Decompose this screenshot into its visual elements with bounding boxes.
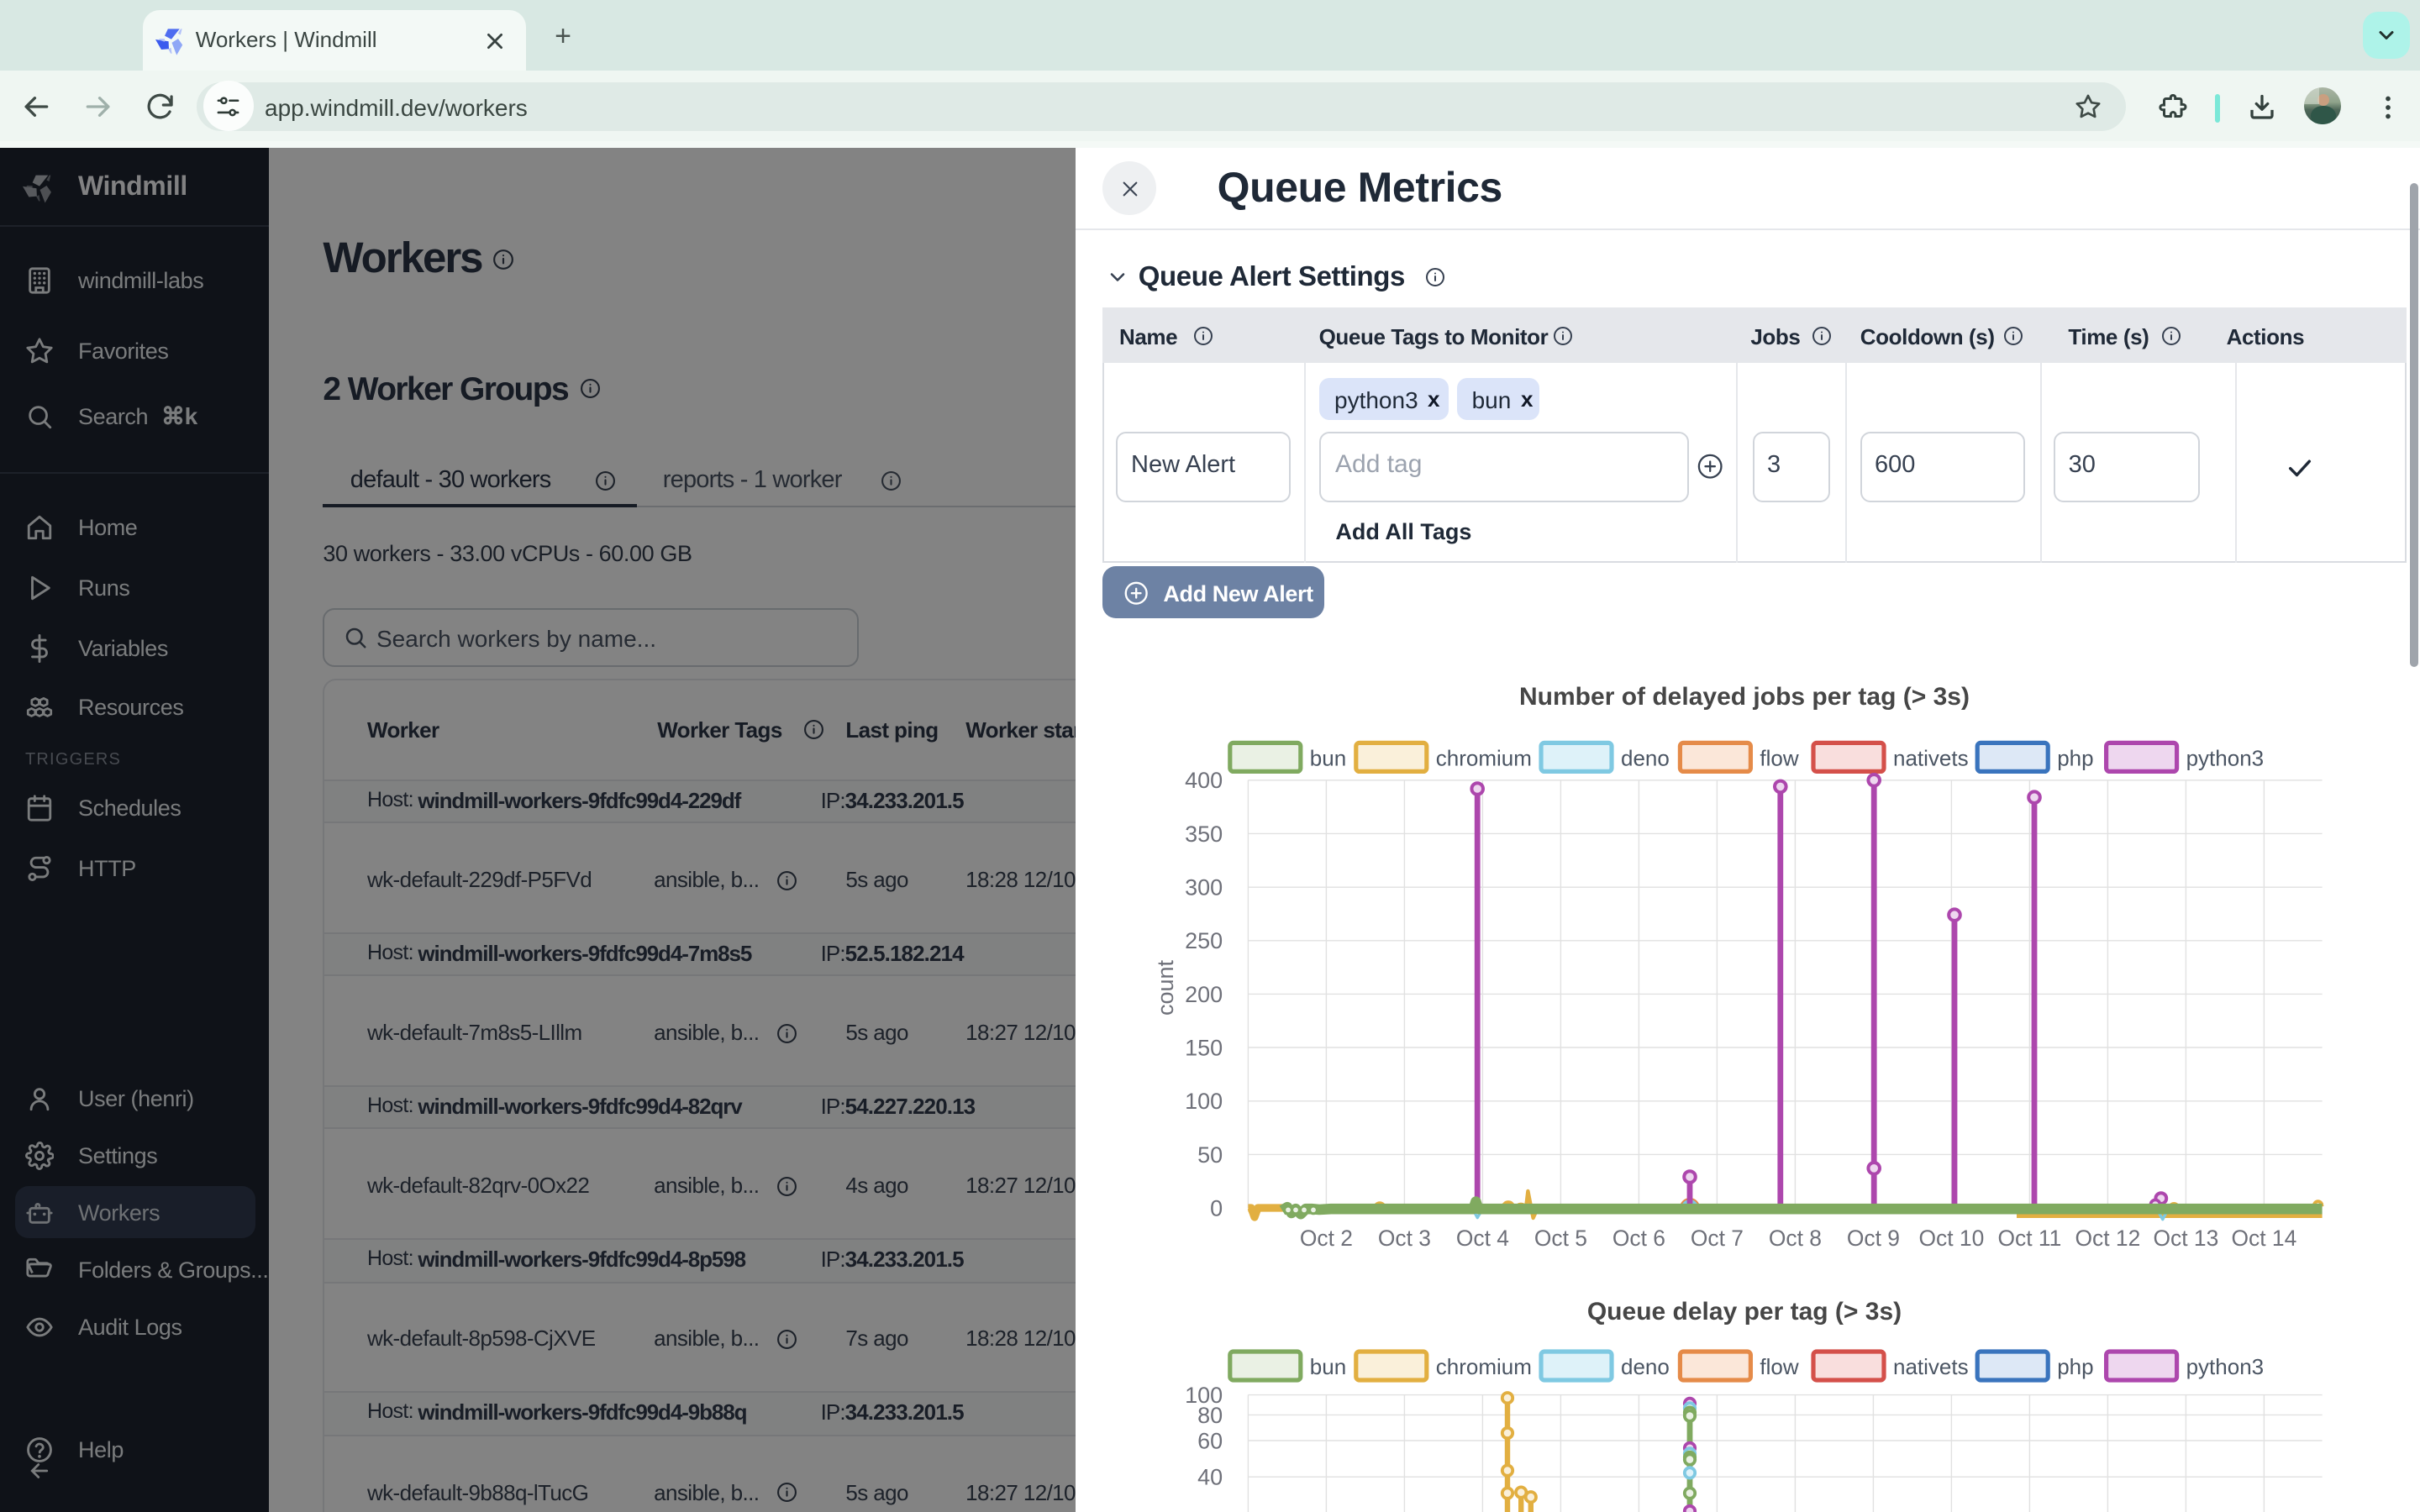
svg-text:60: 60 <box>1197 1428 1223 1453</box>
svg-text:350: 350 <box>1185 822 1223 847</box>
svg-text:deno: deno <box>1621 745 1670 770</box>
svg-text:200: 200 <box>1185 982 1223 1007</box>
svg-text:Oct 11: Oct 11 <box>1998 1226 2062 1251</box>
svg-text:Number of delayed jobs per tag: Number of delayed jobs per tag (> 3s) <box>1519 683 1970 711</box>
svg-text:0: 0 <box>1210 1195 1223 1221</box>
svg-text:150: 150 <box>1185 1035 1223 1060</box>
svg-text:Oct 14: Oct 14 <box>2232 1226 2297 1251</box>
svg-text:php: php <box>2057 745 2093 770</box>
svg-text:bun: bun <box>1310 1354 1346 1379</box>
svg-text:Oct 5: Oct 5 <box>1534 1226 1587 1251</box>
svg-text:Oct 6: Oct 6 <box>1612 1226 1665 1251</box>
svg-text:Oct 4: Oct 4 <box>1456 1226 1509 1251</box>
svg-text:php: php <box>2057 1354 2093 1379</box>
svg-text:Oct 12: Oct 12 <box>2075 1226 2141 1251</box>
svg-text:chromium: chromium <box>1436 1354 1532 1379</box>
svg-text:deno: deno <box>1621 1354 1670 1379</box>
svg-text:count: count <box>1153 959 1178 1016</box>
svg-text:Oct 13: Oct 13 <box>2154 1226 2219 1251</box>
svg-text:nativets: nativets <box>1893 1354 1969 1379</box>
svg-text:python3: python3 <box>2186 1354 2265 1379</box>
svg-text:40: 40 <box>1197 1465 1223 1490</box>
svg-text:50: 50 <box>1197 1142 1223 1168</box>
svg-text:Oct 10: Oct 10 <box>1919 1226 1985 1251</box>
svg-text:250: 250 <box>1185 928 1223 953</box>
svg-text:bun: bun <box>1310 745 1346 770</box>
svg-text:flow: flow <box>1760 1354 1798 1379</box>
svg-text:400: 400 <box>1185 768 1223 793</box>
svg-text:Queue delay per tag (> 3s): Queue delay per tag (> 3s) <box>1587 1298 1902 1326</box>
svg-text:Oct 7: Oct 7 <box>1691 1226 1744 1251</box>
svg-text:Oct 9: Oct 9 <box>1847 1226 1900 1251</box>
svg-text:300: 300 <box>1185 875 1223 900</box>
svg-text:Oct 3: Oct 3 <box>1378 1226 1431 1251</box>
svg-text:Oct 2: Oct 2 <box>1300 1226 1353 1251</box>
svg-text:Oct 8: Oct 8 <box>1769 1226 1822 1251</box>
svg-text:100: 100 <box>1185 1089 1223 1114</box>
svg-text:python3: python3 <box>2186 745 2265 770</box>
svg-text:flow: flow <box>1760 745 1798 770</box>
svg-text:80: 80 <box>1197 1403 1223 1428</box>
svg-text:nativets: nativets <box>1893 745 1969 770</box>
svg-text:chromium: chromium <box>1436 745 1532 770</box>
